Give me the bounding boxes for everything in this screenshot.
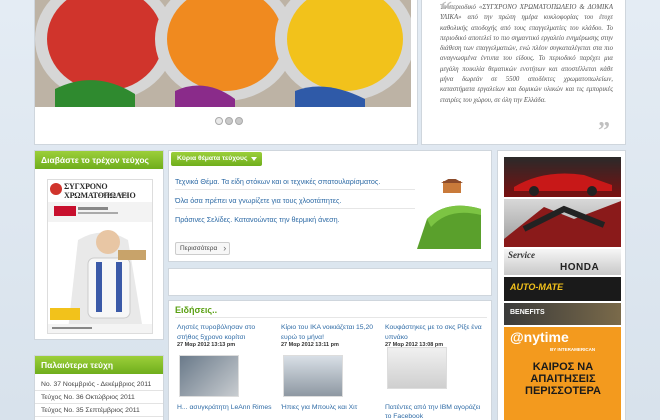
empty-panel bbox=[168, 268, 492, 296]
news-item[interactable]: Κουφάστηκες με το σκς Ρίξε ένα υπνάκο 27… bbox=[385, 323, 485, 398]
divider bbox=[175, 189, 415, 190]
past-issue-link[interactable]: Νο. 37 Νοεμβριός - Δεκέμβριος 2011 bbox=[35, 378, 163, 391]
benefits-text: BENEFITS bbox=[510, 309, 545, 316]
news-item-title[interactable]: Κίριο του ΙΚΑ νοικιάζεται 15,20 ευρώ το … bbox=[281, 323, 381, 342]
about-quote-box: “ Το περιοδικό «ΣΥΓΧΡΟΝΟ ΧΡΩΜΑΤΟΠΩΛΕΙΟ &… bbox=[421, 0, 626, 145]
anytime-logo: @nytime bbox=[510, 329, 569, 345]
news-panel: Ειδήσεις.. Ληστές πυροβόλησαν στο στήθος… bbox=[168, 300, 492, 420]
ads-panel: Service HONDA AUTO-MATE BENEFITS @nytime… bbox=[497, 150, 626, 420]
past-issue-link[interactable]: Τεύχος Νο. 35 Σεπτέμβριος 2011 bbox=[35, 404, 163, 417]
cover-title: ΣΥΓΧΡΟΝΟ ΧΡΩΜΑΤΟΠΩΛΕΙΟ bbox=[64, 182, 136, 200]
topics-tab[interactable]: Κύρια θέματα τεύχους bbox=[171, 152, 262, 166]
news-item-title[interactable]: Η... ασυγκράτητη LeAnn Rimes bbox=[177, 403, 277, 412]
paint-cans-image bbox=[35, 0, 411, 107]
news-item-title[interactable]: Ήπιες για Μπουλς και Χιτ bbox=[281, 403, 381, 412]
ad-banner-automate[interactable]: AUTO-MATE bbox=[504, 277, 621, 301]
news-thumbnail[interactable] bbox=[387, 347, 447, 389]
slider-pagination bbox=[215, 117, 243, 125]
news-item-title[interactable]: Πατέντες από την IBM αγοράζει το Faceboo… bbox=[385, 403, 485, 420]
open-quote-icon: “ bbox=[440, 0, 452, 24]
cover-subtitle: & Δομικά Υλικά bbox=[98, 192, 129, 197]
news-item-title[interactable]: Ληστές πυροβόλησαν στο στήθος 5χρονο κορ… bbox=[177, 323, 277, 342]
news-item[interactable]: Κίριο του ΙΚΑ νοικιάζεται 15,20 ευρώ το … bbox=[281, 323, 381, 398]
news-thumbnail[interactable] bbox=[283, 355, 343, 397]
slider-dot[interactable] bbox=[235, 117, 243, 125]
topic-link[interactable]: Πράσινες Σελίδες. Κατανοώντας την θερμικ… bbox=[175, 215, 340, 224]
anytime-subtitle: BY INTERAMERICAN bbox=[550, 347, 596, 352]
divider bbox=[175, 208, 415, 209]
divider bbox=[175, 317, 487, 318]
news-thumbnail[interactable] bbox=[179, 355, 239, 397]
more-button[interactable]: Περισσότερα bbox=[175, 242, 231, 255]
lawn-image bbox=[417, 177, 481, 249]
close-quote-icon: ” bbox=[598, 118, 610, 144]
past-issues-panel: Παλαιότερα τεύχη Νο. 37 Νοεμβριός - Δεκέ… bbox=[34, 355, 164, 420]
topic-link[interactable]: Όλα όσα πρέπει να γνωρίζετε για τους χλο… bbox=[175, 196, 341, 205]
current-issue-cover[interactable]: ΣΥΓΧΡΟΝΟ ΧΡΩΜΑΤΟΠΩΛΕΙΟ & Δομικά Υλικά bbox=[47, 179, 153, 334]
ad-banner-car[interactable] bbox=[504, 157, 621, 197]
slider-dot[interactable] bbox=[215, 117, 223, 125]
past-issue-link[interactable]: Τεύχος Νο. 36 Οκτώβριος 2011 bbox=[35, 391, 163, 404]
ad-banner-honda[interactable]: Service HONDA bbox=[504, 249, 621, 275]
service-text: Service bbox=[508, 250, 535, 260]
past-issues-header: Παλαιότερα τεύχη bbox=[35, 356, 163, 374]
current-issue-panel: Διαβάστε το τρέχον τεύχος ΣΥΓΧΡΟΝΟ ΧΡΩΜΑ… bbox=[34, 150, 164, 340]
topic-link[interactable]: Τεχνικά Θέμα. Τα είδη στόκων και οι τεχν… bbox=[175, 177, 380, 186]
ad-banner-benefits[interactable]: BENEFITS bbox=[504, 303, 621, 325]
current-issue-header: Διαβάστε το τρέχον τεύχος bbox=[35, 151, 163, 169]
ad-banner-kairos[interactable]: ΚΑΙΡΟΣ ΝΑ ΑΠΑΙΤΗΣΕΙΣ ΠΕΡΙΣΣΟΤΕΡΑ bbox=[504, 357, 621, 420]
news-item-date: 27 Μαρ 2012 13:13 pm bbox=[177, 342, 236, 348]
ad-banner-racing[interactable] bbox=[504, 199, 621, 247]
ad-banner-anytime[interactable]: @nytime BY INTERAMERICAN bbox=[504, 327, 621, 357]
honda-text: HONDA bbox=[560, 262, 600, 273]
main-topics-panel: Κύρια θέματα τεύχους Τεχνικά Θέμα. Τα εί… bbox=[168, 150, 492, 262]
slider-dot[interactable] bbox=[225, 117, 233, 125]
hero-slider[interactable] bbox=[34, 0, 418, 145]
news-title: Ειδήσεις.. bbox=[175, 305, 218, 315]
automate-text: AUTO-MATE bbox=[510, 282, 564, 292]
news-item[interactable]: Ληστές πυροβόλησαν στο στήθος 5χρονο κορ… bbox=[177, 323, 277, 398]
about-quote-text: Το περιοδικό «ΣΥΓΧΡΟΝΟ ΧΡΩΜΑΤΟΠΩΛΕΙΟ & Δ… bbox=[440, 4, 613, 104]
kairos-text: ΚΑΙΡΟΣ ΝΑ ΑΠΑΙΤΗΣΕΙΣ ΠΕΡΙΣΣΟΤΕΡΑ bbox=[525, 361, 601, 397]
news-item-date: 27 Μαρ 2012 13:11 pm bbox=[281, 342, 339, 348]
news-item-title[interactable]: Κουφάστηκες με το σκς Ρίξε ένα υπνάκο bbox=[385, 323, 485, 342]
